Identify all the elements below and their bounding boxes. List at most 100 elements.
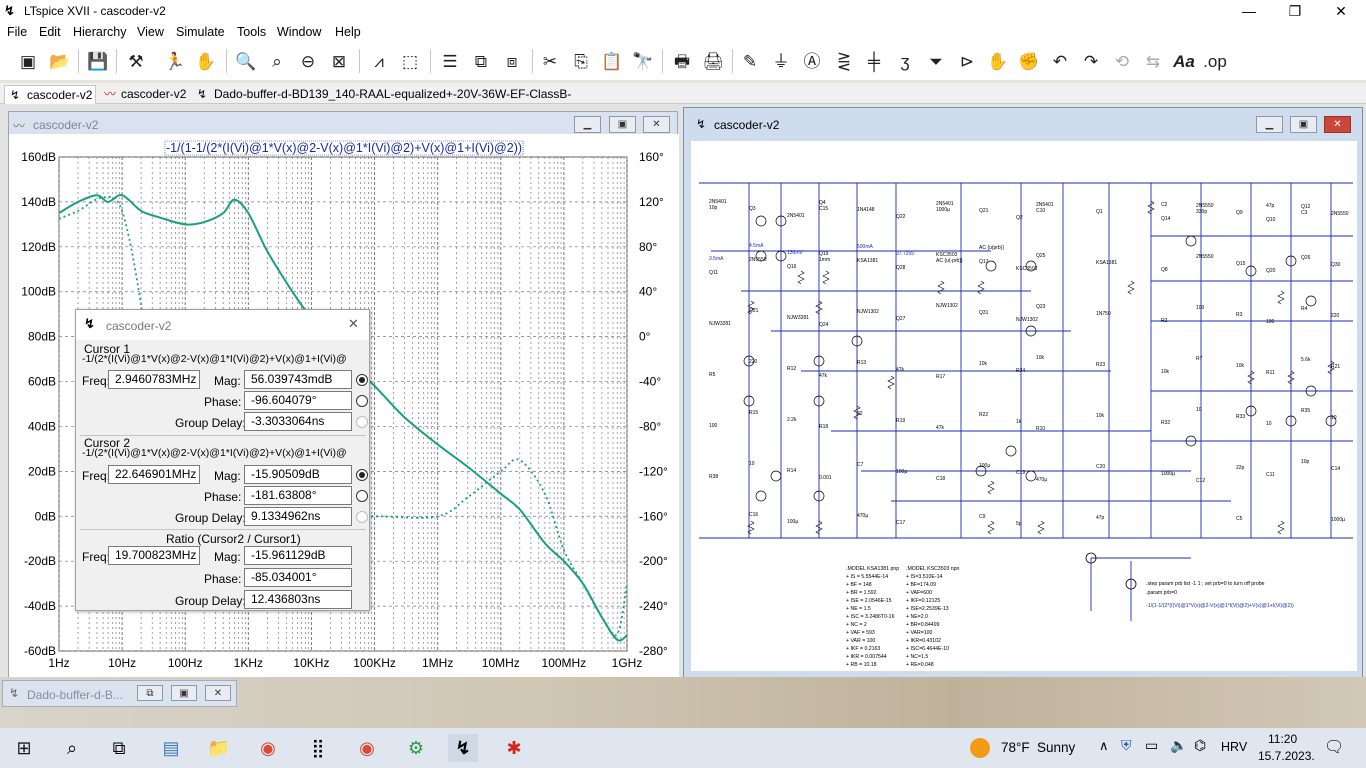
tile-vertical-icon[interactable]: ⧈	[498, 48, 526, 76]
spice-directive[interactable]: .param prb=0	[1146, 590, 1177, 596]
menu-edit[interactable]: Edit	[39, 25, 61, 39]
print-icon[interactable]: 🖶	[668, 48, 696, 76]
battery-icon[interactable]: ▭	[1145, 737, 1158, 754]
inductor-icon[interactable]: ʒ	[891, 48, 919, 76]
copy-icon[interactable]: ⎘	[567, 48, 595, 76]
menu-simulate[interactable]: Simulate	[176, 25, 225, 39]
clock-date[interactable]: 15.7.2023.	[1258, 749, 1315, 763]
weather-temp[interactable]: 78°F	[1001, 740, 1030, 755]
chrome-icon[interactable]: ◉	[253, 734, 283, 762]
picture-icon[interactable]: ⬚	[396, 48, 424, 76]
ltspice-taskbar-icon[interactable]: ↯	[448, 734, 478, 762]
rotate-icon[interactable]: ⟲	[1108, 48, 1136, 76]
ground-icon[interactable]: ⏚	[767, 48, 795, 76]
sch-minimize-button[interactable]: ▁	[1256, 116, 1283, 133]
app-icon[interactable]: ⣿	[303, 734, 333, 762]
pan-icon[interactable]: ⌕	[263, 48, 291, 76]
ratio-mag-field[interactable]: -15.961129dB	[244, 546, 352, 565]
halt-icon[interactable]: ✋	[192, 48, 220, 76]
spice-directive-icon[interactable]: .op	[1201, 48, 1229, 76]
zoom-out-icon[interactable]: ⊖	[294, 48, 322, 76]
capacitor-icon[interactable]: ╪	[860, 48, 888, 76]
minimized-window[interactable]: ↯ Dado-buffer-d-B... ⧉ ▣ ✕	[2, 680, 237, 707]
cursor1-mag-field[interactable]: 56.039743mdB	[244, 370, 352, 389]
menu-window[interactable]: Window	[277, 25, 321, 39]
control-panel-icon[interactable]: ⚒	[122, 48, 150, 76]
menu-view[interactable]: View	[137, 25, 164, 39]
schematic-canvas[interactable]: 2N5401 Q3 2N5401 Q4 1N4148 Q22 2N5401 Q21 Q2 2N54…	[691, 141, 1357, 671]
mirror-icon[interactable]: ⇆	[1139, 48, 1167, 76]
cursor2-phase-field[interactable]: -181.63808°	[244, 486, 352, 505]
cursor2-mag-radio[interactable]	[356, 469, 368, 481]
component-icon[interactable]: ⊳	[953, 48, 981, 76]
cursor2-freq-field[interactable]: 22.646901MHz	[108, 465, 200, 484]
menu-tools[interactable]: Tools	[237, 25, 266, 39]
menu-hierarchy[interactable]: Hierarchy	[73, 25, 127, 39]
spice-directive[interactable]: .step param prb list -1 1 ; set prb=0 to…	[1146, 581, 1265, 587]
autorange-icon[interactable]: ⩘	[365, 48, 393, 76]
cursor1-gd-field[interactable]: -3.3033064ns	[244, 412, 352, 431]
app-icon[interactable]: ⚙	[401, 734, 431, 762]
clock-time[interactable]: 11:20	[1268, 732, 1297, 746]
cursor1-phase-field[interactable]: -96.604079°	[244, 391, 352, 410]
drag-icon[interactable]: ✊	[1015, 48, 1043, 76]
cursor2-phase-radio[interactable]	[356, 490, 368, 502]
find-icon[interactable]: 🔭	[629, 48, 657, 76]
draw-wire-icon[interactable]: ✎	[736, 48, 764, 76]
tile-horizontal-icon[interactable]: ☰	[436, 48, 464, 76]
start-button-icon[interactable]: ⊞	[9, 734, 39, 762]
cascade-icon[interactable]: ⧉	[467, 48, 495, 76]
save-icon[interactable]: 💾	[84, 48, 112, 76]
ratio-freq-field[interactable]: 19.700823MHz	[108, 546, 200, 565]
cursor1-freq-field[interactable]: 2.9460783MHz	[108, 370, 200, 389]
file-explorer-icon[interactable]: 📁	[204, 734, 234, 762]
undo-icon[interactable]: ↶	[1046, 48, 1074, 76]
print-preview-icon[interactable]: 🖨	[699, 48, 727, 76]
sch-close-button[interactable]: ✕	[1324, 116, 1351, 133]
menu-help[interactable]: Help	[335, 25, 361, 39]
cursor2-gd-field[interactable]: 9.1334962ns	[244, 507, 352, 526]
task-view-icon[interactable]: ⧉	[104, 734, 134, 762]
cursor1-gd-radio[interactable]	[356, 416, 368, 428]
restore-button[interactable]: ❐	[1272, 0, 1318, 23]
chrome-profile-icon[interactable]: ◉	[352, 734, 382, 762]
zoom-fit-icon[interactable]: ⊠	[325, 48, 353, 76]
paste-icon[interactable]: 📋	[598, 48, 626, 76]
notifications-icon[interactable]: 🗨	[1324, 737, 1344, 757]
text-icon[interactable]: Aa	[1170, 48, 1198, 76]
network-icon[interactable]: ⌬	[1194, 737, 1206, 754]
trace-expression-label[interactable]: -1/(1-1/(2*(I(Vi)@1*V(x)@2-V(x)@1*I(Vi)@…	[166, 141, 522, 155]
defender-icon[interactable]: ⛨	[1121, 737, 1132, 754]
tab-dado-buffer-schematic[interactable]: ↯ Dado-buffer-d-BD139_140-RAAL-equalized…	[192, 85, 572, 120]
cursor1-phase-radio[interactable]	[356, 395, 368, 407]
zoom-in-icon[interactable]: 🔍	[232, 48, 260, 76]
weather-text[interactable]: Sunny	[1037, 740, 1075, 755]
move-icon[interactable]: ✋	[984, 48, 1012, 76]
label-net-icon[interactable]: Ⓐ	[798, 48, 826, 76]
spice-directive[interactable]: -1/(1-1/(2*(I(Vi)@1*V(x)@2-V(x)@1*I(Vi)@…	[1146, 603, 1294, 609]
app-icon[interactable]: ▤	[156, 734, 186, 762]
minwin-close-button[interactable]: ✕	[205, 685, 231, 701]
ratio-phase-field[interactable]: -85.034001°	[244, 568, 352, 587]
cursor2-gd-radio[interactable]	[356, 511, 368, 523]
redo-icon[interactable]: ↷	[1077, 48, 1105, 76]
chevron-up-icon[interactable]: ∧	[1099, 738, 1109, 754]
app-icon[interactable]: ✱	[499, 734, 529, 762]
sch-maximize-button[interactable]: ▣	[1290, 116, 1317, 133]
tab-cascoder-waveform[interactable]: 〰 cascoder-v2	[99, 85, 191, 104]
close-button[interactable]: ✕	[1318, 0, 1364, 23]
cursor-dialog-close-button[interactable]: ✕	[348, 316, 359, 332]
tab-cascoder-schematic[interactable]: ↯ cascoder-v2	[4, 85, 96, 104]
minimize-button[interactable]: —	[1226, 0, 1272, 23]
minwin-restore-button[interactable]: ⧉	[137, 685, 163, 701]
ratio-gd-field[interactable]: 12.436803ns	[244, 590, 352, 609]
new-schematic-icon[interactable]: ▣	[14, 48, 42, 76]
cursor1-mag-radio[interactable]	[356, 374, 368, 386]
menu-file[interactable]: File	[7, 25, 27, 39]
diode-icon[interactable]: ⏷	[922, 48, 950, 76]
run-icon[interactable]: 🏃	[161, 48, 189, 76]
search-icon[interactable]: ⌕	[57, 734, 87, 762]
cursor2-mag-field[interactable]: -15.90509dB	[244, 465, 352, 484]
cut-icon[interactable]: ✂	[536, 48, 564, 76]
minwin-maximize-button[interactable]: ▣	[171, 685, 197, 701]
